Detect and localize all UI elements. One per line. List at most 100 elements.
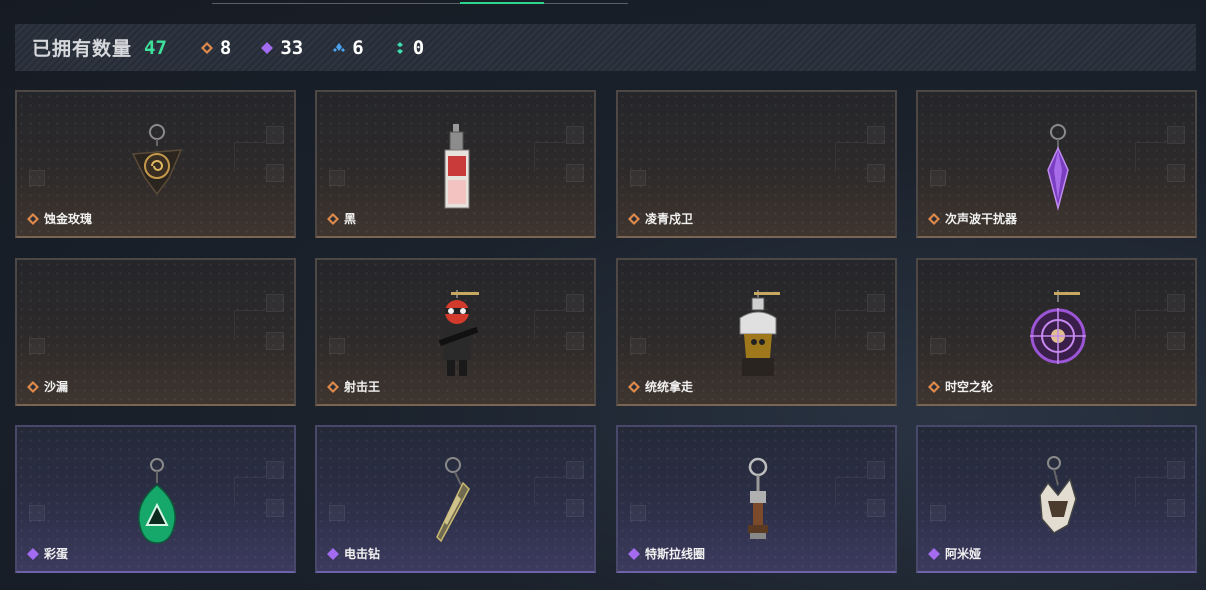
card-decoration xyxy=(234,310,264,340)
card-decoration xyxy=(630,338,646,354)
card-decoration xyxy=(566,294,584,312)
card-decoration xyxy=(566,126,584,144)
card-decoration xyxy=(867,332,885,350)
card-decoration xyxy=(234,477,264,507)
pendant-card[interactable]: 统统拿走 xyxy=(616,258,897,406)
green-count-value: 0 xyxy=(412,36,425,59)
card-decoration xyxy=(1135,142,1165,172)
card-decoration xyxy=(930,505,946,521)
pendant-card[interactable]: 凌青戍卫 xyxy=(616,90,897,238)
card-decoration xyxy=(29,505,45,521)
pendant-name: 次声波干扰器 xyxy=(945,212,1018,226)
pendant-name: 凌青戍卫 xyxy=(645,212,694,226)
card-decoration xyxy=(566,461,584,479)
card-label: 阿米娅 xyxy=(928,545,981,562)
card-decoration xyxy=(534,142,564,172)
pendant-card[interactable]: 次声波干扰器 xyxy=(916,90,1197,238)
blue-count-value: 6 xyxy=(352,36,364,59)
card-label: 时空之轮 xyxy=(928,378,993,395)
pendant-card[interactable]: 射击王 xyxy=(315,258,596,406)
bandit-figure-icon xyxy=(718,288,798,380)
card-label: 电击钻 xyxy=(327,545,380,562)
card-decoration xyxy=(29,170,45,186)
purple-diamond-icon xyxy=(261,41,274,54)
green-rarity-count: 0 xyxy=(394,37,424,59)
card-decoration xyxy=(266,461,284,479)
card-decoration xyxy=(1167,499,1185,517)
orange-diamond-icon xyxy=(928,212,940,225)
card-decoration xyxy=(835,477,865,507)
pendant-name: 彩蛋 xyxy=(44,547,69,561)
card-decoration xyxy=(329,338,345,354)
pendant-card[interactable]: 特斯拉线圈 xyxy=(616,425,897,573)
card-label: 射击王 xyxy=(327,378,380,395)
card-decoration xyxy=(29,338,45,354)
orange-diamond-icon xyxy=(327,380,339,393)
card-decoration xyxy=(534,477,564,507)
card-decoration xyxy=(1167,294,1185,312)
pendant-name: 沙漏 xyxy=(44,380,69,394)
orange-rarity-count: 8 xyxy=(200,36,232,59)
card-label: 黑 xyxy=(327,210,356,227)
pendant-card[interactable]: 电击钻 xyxy=(315,425,596,573)
purple-rarity-count: 33 xyxy=(261,37,303,59)
card-decoration xyxy=(329,170,345,186)
card-label: 统统拿走 xyxy=(628,378,693,395)
card-decoration xyxy=(266,294,284,312)
orange-diamond-icon xyxy=(27,380,39,393)
wheel-pendant-icon xyxy=(1018,288,1098,380)
card-label: 沙漏 xyxy=(27,378,68,395)
pendant-name: 电击钻 xyxy=(344,547,381,561)
pendant-card[interactable]: 蚀金玫瑰 xyxy=(15,90,296,238)
card-label: 蚀金玫瑰 xyxy=(27,210,92,227)
card-decoration xyxy=(329,505,345,521)
pendant-name: 特斯拉线圈 xyxy=(645,547,706,561)
blue-diamond-icon xyxy=(333,42,346,52)
card-decoration xyxy=(1167,164,1185,182)
card-decoration xyxy=(835,142,865,172)
card-decoration xyxy=(266,332,284,350)
orange-diamond-icon xyxy=(327,212,339,225)
pendant-card[interactable]: 阿米娅 xyxy=(916,425,1197,573)
card-decoration xyxy=(266,499,284,517)
purple-diamond-icon xyxy=(327,547,339,560)
pendant-card[interactable]: 彩蛋 xyxy=(15,425,296,573)
pendant-card[interactable]: 沙漏 xyxy=(15,258,296,406)
tesla-coil-icon xyxy=(718,455,798,547)
pendant-name: 黑 xyxy=(344,212,357,226)
pendant-card[interactable]: 黑 xyxy=(315,90,596,238)
orange-diamond-icon xyxy=(628,212,640,225)
green-diamond-icon xyxy=(396,41,403,54)
card-label: 彩蛋 xyxy=(27,545,68,562)
orange-diamond-icon xyxy=(200,41,213,54)
orange-diamond-icon xyxy=(628,380,640,393)
purple-diamond-icon xyxy=(628,547,640,560)
owned-count-total: 47 xyxy=(144,36,167,59)
card-decoration xyxy=(867,461,885,479)
purple-diamond-icon xyxy=(27,547,39,560)
card-decoration xyxy=(566,164,584,182)
pendant-name: 统统拿走 xyxy=(645,380,694,394)
card-label: 特斯拉线圈 xyxy=(628,545,705,562)
card-decoration xyxy=(266,126,284,144)
card-decoration xyxy=(867,164,885,182)
orange-diamond-icon xyxy=(928,380,940,393)
card-decoration xyxy=(930,338,946,354)
card-decoration xyxy=(630,170,646,186)
purple-diamond-icon xyxy=(928,547,940,560)
pendant-name: 射击王 xyxy=(344,380,381,394)
ownership-summary-bar: 已拥有数量 47 8 33 6 0 xyxy=(15,24,1196,71)
card-decoration xyxy=(930,170,946,186)
pendant-name: 时空之轮 xyxy=(945,380,994,394)
card-label: 次声波干扰器 xyxy=(928,210,1017,227)
pendant-card[interactable]: 时空之轮 xyxy=(916,258,1197,406)
orange-count-value: 8 xyxy=(219,36,232,59)
green-egg-icon xyxy=(117,455,197,547)
top-tab-bar xyxy=(212,0,628,4)
drill-pendant-icon xyxy=(417,455,497,547)
card-decoration xyxy=(835,310,865,340)
card-decoration xyxy=(1135,477,1165,507)
card-decoration xyxy=(867,294,885,312)
purple-count-value: 33 xyxy=(280,36,304,59)
card-decoration xyxy=(266,164,284,182)
